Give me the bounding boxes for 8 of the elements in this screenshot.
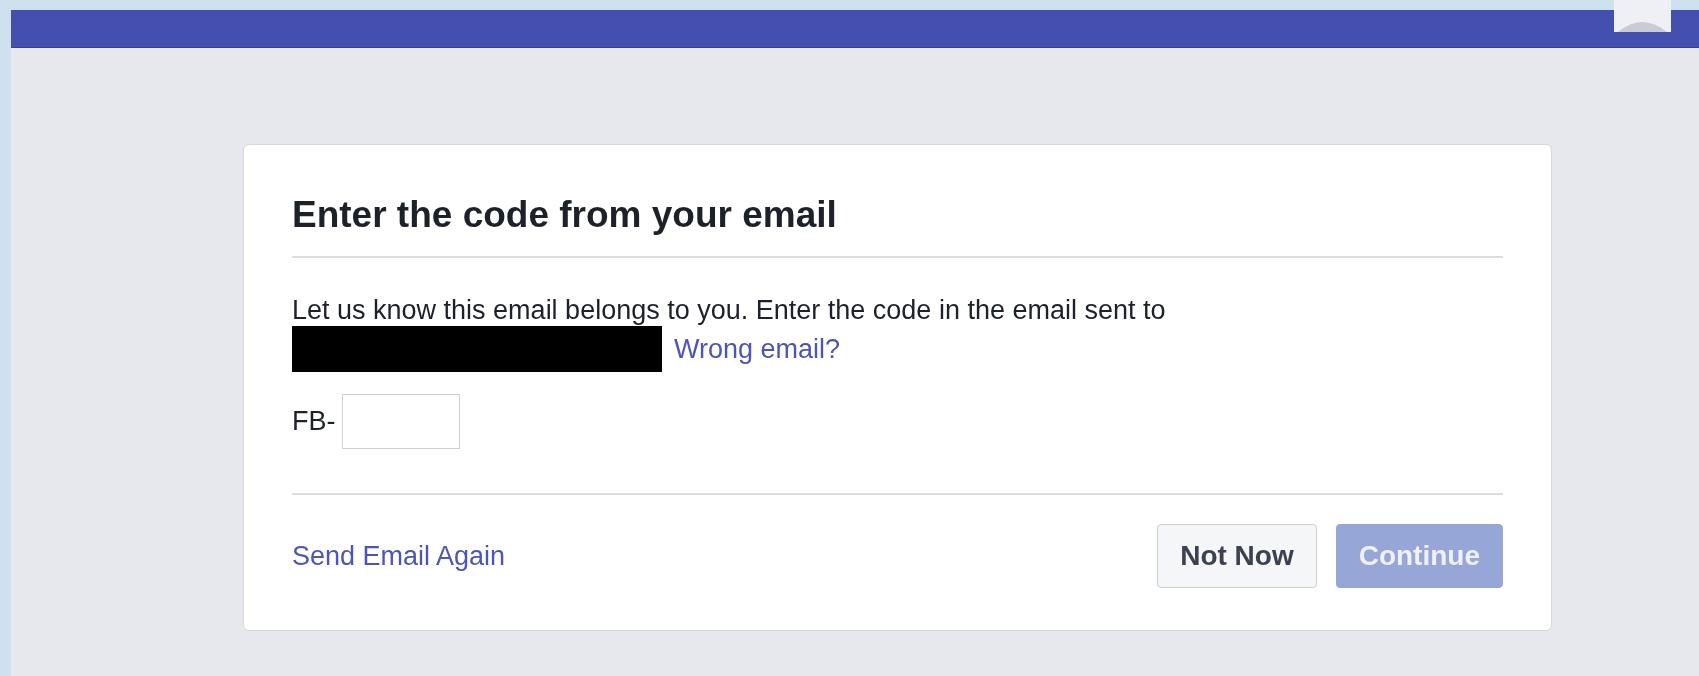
avatar-icon[interactable] (1614, 0, 1671, 32)
code-input-field[interactable] (341, 394, 460, 449)
dialog-title: Enter the code from your email (292, 195, 838, 235)
wrong-email-link[interactable]: Wrong email? (674, 333, 841, 365)
not-now-button[interactable]: Not Now (1157, 524, 1317, 588)
send-email-again-link[interactable]: Send Email Again (292, 540, 506, 572)
code-prefix: FB- (292, 406, 336, 437)
dialog-message: Let us know this email belongs to you. Enter the code in the email sent to (292, 294, 1167, 326)
